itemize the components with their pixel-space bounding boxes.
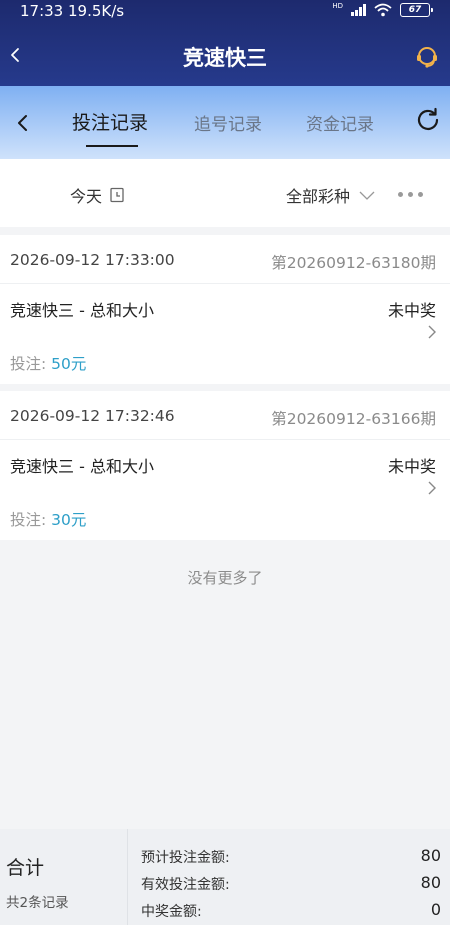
no-more-text: 没有更多了 <box>187 569 263 587</box>
record-bet-amount: 30元 <box>51 511 87 529</box>
summary-left: 合计 共2条记录 <box>0 829 128 925</box>
summary-row-effective: 有效投注金额: 80 <box>141 873 441 894</box>
record-status: 未中奖 <box>387 301 436 320</box>
bet-record-card[interactable]: 2026-09-12 17:33:00 第20260912-63180期 竞速快… <box>0 235 450 384</box>
summary-record-count: 共2条记录 <box>6 895 69 911</box>
tab-chase-records[interactable]: 追号记录 <box>194 110 262 135</box>
record-issue: 第20260912-63166期 <box>271 410 436 428</box>
lottery-type-filter[interactable]: 全部彩种 <box>286 183 376 207</box>
more-options-icon[interactable] <box>398 192 423 197</box>
refresh-icon[interactable] <box>414 106 442 134</box>
record-issue: 第20260912-63180期 <box>271 254 436 272</box>
record-tabs: 投注记录 追号记录 资金记录 <box>0 86 450 159</box>
record-header: 2026-09-12 17:32:46 第20260912-63166期 <box>0 391 450 440</box>
record-bet-amount: 50元 <box>51 355 87 373</box>
active-tab-indicator <box>86 145 138 147</box>
summary-value: 80 <box>420 873 441 892</box>
record-bet-label: 投注: <box>10 355 52 373</box>
summary-row-winnings: 中奖金额: 0 <box>141 900 441 921</box>
customer-service-icon[interactable] <box>414 44 440 70</box>
chevron-down-icon <box>359 191 375 200</box>
summary-title: 合计 <box>6 857 45 879</box>
bet-record-card[interactable]: 2026-09-12 17:32:46 第20260912-63166期 竞速快… <box>0 391 450 540</box>
page-title: 竞速快三 <box>183 46 267 70</box>
chevron-left-icon[interactable] <box>12 110 34 136</box>
summary-label: 中奖金额: <box>141 904 202 920</box>
record-bet-label: 投注: <box>10 511 52 529</box>
record-header: 2026-09-12 17:33:00 第20260912-63180期 <box>0 235 450 284</box>
back-arrow-icon[interactable] <box>4 40 28 70</box>
status-icons: HD 67 <box>332 1 433 17</box>
chevron-right-icon <box>428 325 436 339</box>
record-game-name: 竞速快三 - 总和大小 <box>10 301 154 320</box>
record-time: 2026-09-12 17:33:00 <box>10 251 175 269</box>
tab-bet-records[interactable]: 投注记录 <box>72 108 148 135</box>
wifi-icon <box>374 3 392 17</box>
summary-panel: 合计 共2条记录 预计投注金额: 80 有效投注金额: 80 中奖金额: 0 <box>0 829 450 925</box>
date-filter-label: 今天 <box>70 187 103 206</box>
status-bar: 17:33 19.5K/s HD 67 <box>0 0 450 24</box>
summary-value: 80 <box>420 846 441 865</box>
summary-label: 有效投注金额: <box>141 877 230 893</box>
summary-row-expected: 预计投注金额: 80 <box>141 846 441 867</box>
battery-icon: 67 <box>400 3 433 17</box>
summary-value: 0 <box>430 900 441 919</box>
record-bet: 投注: 30元 <box>10 508 86 530</box>
app-header: 17:33 19.5K/s HD 67 竞速快三 <box>0 0 450 86</box>
status-time: 17:33 19.5K/s <box>20 2 125 20</box>
record-status: 未中奖 <box>387 457 436 476</box>
record-game-name: 竞速快三 - 总和大小 <box>10 457 154 476</box>
filter-bar: 今天 全部彩种 <box>0 159 450 227</box>
clock-icon <box>110 187 124 203</box>
battery-level: 67 <box>408 5 422 15</box>
tab-fund-records[interactable]: 资金记录 <box>306 110 374 135</box>
hd-indicator: HD <box>332 1 343 10</box>
record-bet: 投注: 50元 <box>10 352 86 374</box>
date-filter[interactable]: 今天 <box>70 183 124 207</box>
summary-label: 预计投注金额: <box>141 850 230 866</box>
lottery-type-label: 全部彩种 <box>286 187 351 206</box>
record-time: 2026-09-12 17:32:46 <box>10 407 175 425</box>
chevron-right-icon <box>428 481 436 495</box>
signal-icon <box>351 4 366 16</box>
